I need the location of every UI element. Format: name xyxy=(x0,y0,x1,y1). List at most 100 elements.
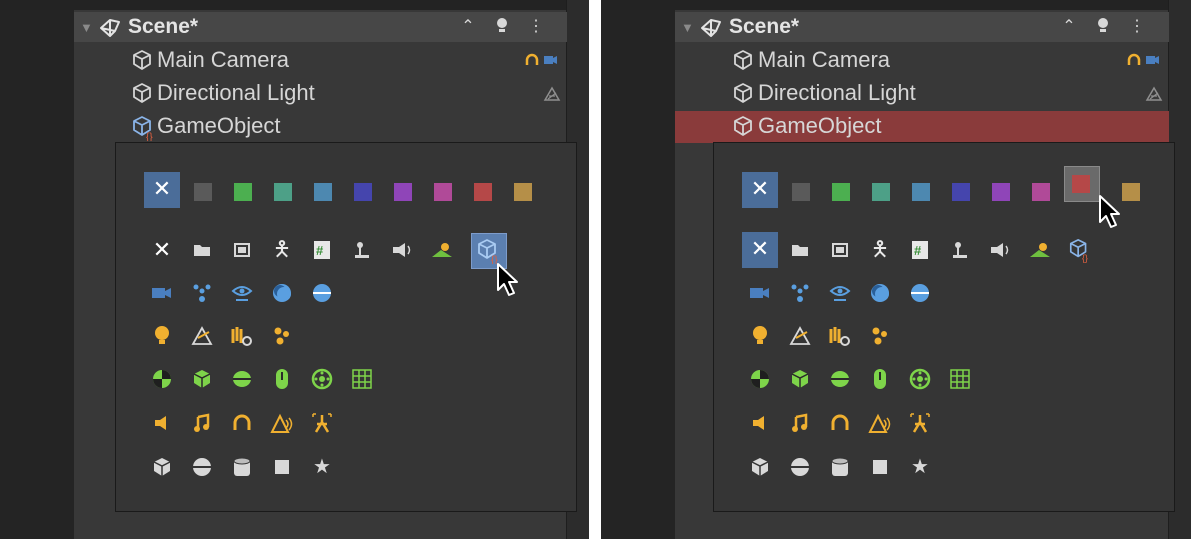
chevron-up-icon[interactable]: ⌃ xyxy=(1059,17,1079,37)
color-swatch-indigo[interactable] xyxy=(952,183,970,201)
chorus-icon[interactable] xyxy=(310,411,334,435)
scene-header[interactable]: ▼ Scene* ⌃ ⋮ xyxy=(74,12,567,42)
sphere-light-icon[interactable] xyxy=(868,281,892,305)
color-swatch-gray[interactable] xyxy=(792,183,810,201)
hierarchy-row-gameobject[interactable]: GameObject xyxy=(675,111,1169,143)
hemisphere-icon[interactable] xyxy=(310,281,334,305)
chorus-icon[interactable] xyxy=(908,411,932,435)
color-swatch-green[interactable] xyxy=(234,183,252,201)
grid-icon[interactable] xyxy=(350,367,374,391)
humanoid-icon[interactable]: 🯅 xyxy=(270,238,294,262)
frame-icon[interactable] xyxy=(230,238,254,262)
audio-source-icon[interactable] xyxy=(748,411,772,435)
humanoid-icon[interactable]: 🯅 xyxy=(868,238,892,262)
directional-light-icon[interactable] xyxy=(788,324,812,348)
headphones-icon[interactable] xyxy=(230,411,254,435)
no-color-button[interactable]: ✕ xyxy=(742,172,778,208)
star-icon[interactable]: ★ xyxy=(310,455,334,479)
color-swatch-purple[interactable] xyxy=(992,183,1010,201)
color-swatch-blue[interactable] xyxy=(314,183,332,201)
more-options-icon[interactable]: ⋮ xyxy=(1127,17,1147,37)
light-bulb-icon[interactable] xyxy=(748,324,772,348)
lightbulb-icon[interactable] xyxy=(492,17,512,37)
terrain-icon[interactable] xyxy=(430,238,454,262)
particles-icon[interactable] xyxy=(190,281,214,305)
color-swatch-red[interactable] xyxy=(1072,175,1090,193)
hierarchy-row-directional-light[interactable]: Directional Light xyxy=(675,78,1169,110)
hierarchy-row-main-camera[interactable]: Main Camera xyxy=(675,45,1169,77)
script-icon[interactable]: # xyxy=(310,238,334,262)
eye-icon[interactable] xyxy=(230,281,254,305)
reverb-icon[interactable] xyxy=(868,411,892,435)
box-collider-icon[interactable] xyxy=(748,367,772,391)
frame-icon[interactable] xyxy=(828,238,852,262)
cube-collider-icon[interactable] xyxy=(190,367,214,391)
color-swatch-gold[interactable] xyxy=(514,183,532,201)
cube-collider-icon[interactable] xyxy=(788,367,812,391)
expand-triangle-icon[interactable]: ▼ xyxy=(681,21,694,34)
speaker-icon[interactable] xyxy=(988,238,1012,262)
close-icon[interactable]: ✕ xyxy=(742,232,778,268)
lightbulb-icon[interactable] xyxy=(1093,17,1113,37)
chevron-up-icon[interactable]: ⌃ xyxy=(458,17,478,37)
audio-source-icon[interactable] xyxy=(150,411,174,435)
hierarchy-row-main-camera[interactable]: Main Camera xyxy=(74,45,567,77)
grid-icon[interactable] xyxy=(948,367,972,391)
color-swatch-red[interactable] xyxy=(474,183,492,201)
wheel-icon[interactable] xyxy=(310,367,334,391)
sphere-icon[interactable] xyxy=(788,455,812,479)
light-bulb-icon[interactable] xyxy=(150,324,174,348)
color-swatch-green[interactable] xyxy=(832,183,850,201)
hemisphere-icon[interactable] xyxy=(908,281,932,305)
quad-icon[interactable] xyxy=(270,455,294,479)
reflection-probe-icon[interactable] xyxy=(868,324,892,348)
headphones-icon[interactable] xyxy=(828,411,852,435)
color-swatch-teal[interactable] xyxy=(872,183,890,201)
color-swatch-blue[interactable] xyxy=(912,183,930,201)
music-icon[interactable] xyxy=(788,411,812,435)
terrain-icon[interactable] xyxy=(1028,238,1052,262)
mesh-collider-icon[interactable] xyxy=(868,367,892,391)
color-swatch-teal[interactable] xyxy=(274,183,292,201)
capsule-collider-icon[interactable] xyxy=(828,367,852,391)
speaker-icon[interactable] xyxy=(390,238,414,262)
cube-icon[interactable] xyxy=(748,455,772,479)
music-icon[interactable] xyxy=(190,411,214,435)
eye-icon[interactable] xyxy=(828,281,852,305)
color-swatch-indigo[interactable] xyxy=(354,183,372,201)
expand-triangle-icon[interactable]: ▼ xyxy=(80,21,93,34)
light-probe-icon[interactable] xyxy=(230,324,254,348)
folder-icon[interactable] xyxy=(788,238,812,262)
joystick-icon[interactable] xyxy=(350,238,374,262)
more-options-icon[interactable]: ⋮ xyxy=(526,17,546,37)
color-swatch-magenta[interactable] xyxy=(1032,183,1050,201)
wheel-icon[interactable] xyxy=(908,367,932,391)
cylinder-icon[interactable] xyxy=(230,455,254,479)
color-swatch-purple[interactable] xyxy=(394,183,412,201)
no-color-button[interactable]: ✕ xyxy=(144,172,180,208)
light-probe-icon[interactable] xyxy=(828,324,852,348)
cylinder-icon[interactable] xyxy=(828,455,852,479)
reflection-probe-icon[interactable] xyxy=(270,324,294,348)
directional-light-icon[interactable] xyxy=(190,324,214,348)
particles-icon[interactable] xyxy=(788,281,812,305)
gameobject-script-icon[interactable]: {} xyxy=(1068,238,1092,263)
camera-icon[interactable] xyxy=(748,281,772,305)
hierarchy-row-gameobject[interactable]: {} GameObject xyxy=(74,111,567,143)
box-collider-icon[interactable] xyxy=(150,367,174,391)
color-swatch-gold[interactable] xyxy=(1122,183,1140,201)
sphere-icon[interactable] xyxy=(190,455,214,479)
color-swatch-magenta[interactable] xyxy=(434,183,452,201)
star-icon[interactable]: ★ xyxy=(908,455,932,479)
joystick-icon[interactable] xyxy=(948,238,972,262)
cube-icon[interactable] xyxy=(150,455,174,479)
color-swatch-gray[interactable] xyxy=(194,183,212,201)
camera-icon[interactable] xyxy=(150,281,174,305)
close-icon[interactable]: ✕ xyxy=(150,238,174,262)
mesh-collider-icon[interactable] xyxy=(270,367,294,391)
sphere-light-icon[interactable] xyxy=(270,281,294,305)
script-icon[interactable]: # xyxy=(908,238,932,262)
capsule-collider-icon[interactable] xyxy=(230,367,254,391)
hierarchy-row-directional-light[interactable]: Directional Light xyxy=(74,78,567,110)
folder-icon[interactable] xyxy=(190,238,214,262)
